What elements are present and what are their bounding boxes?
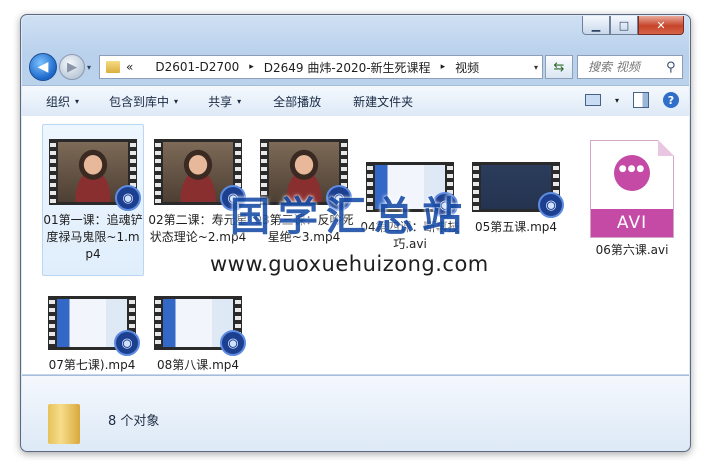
- chevron-down-icon: ▾: [75, 96, 80, 106]
- play-all-button[interactable]: 全部播放: [251, 93, 331, 110]
- refresh-icon: ⇆: [553, 59, 565, 75]
- file-name: 08第八课.mp4: [156, 358, 240, 372]
- maximize-button[interactable]: □: [610, 16, 638, 35]
- file-name: 07第七课).mp4: [48, 358, 136, 372]
- video-thumbnail: ◉: [472, 162, 564, 218]
- nav-buttons: ◀ ▶ ▾: [29, 53, 91, 81]
- file-item[interactable]: ◉ 08第八课.mp4: [148, 286, 248, 374]
- share-label: 共享: [208, 94, 233, 109]
- refresh-button[interactable]: ⇆: [545, 55, 573, 79]
- media-player-icon: ◉: [114, 330, 140, 356]
- video-thumbnail: ◉: [154, 139, 246, 211]
- chevron-down-icon[interactable]: ▾: [615, 96, 619, 105]
- watermark-url: www.guoxuehuizong.com: [210, 252, 489, 276]
- search-input[interactable]: [586, 59, 666, 75]
- address-dropdown-icon[interactable]: ▾: [534, 63, 538, 72]
- file-name: 06第六课.avi: [595, 243, 669, 257]
- forward-button[interactable]: ▶: [59, 54, 85, 80]
- film-reel-icon: [614, 155, 650, 191]
- include-in-library-menu[interactable]: 包含到库中 ▾: [89, 93, 188, 110]
- chevron-down-icon: ▾: [237, 96, 242, 106]
- file-item[interactable]: ◉ 01第一课：追魂铲度禄马鬼限~1.mp4: [42, 124, 144, 276]
- file-name: 05第五课.mp4: [474, 220, 558, 234]
- toolbar-right: ▾ ?: [584, 92, 679, 108]
- minimize-button[interactable]: ▁: [582, 16, 610, 35]
- folder-icon: [48, 404, 80, 444]
- avi-icon-label: AVI: [591, 209, 673, 237]
- file-item[interactable]: ◉ 07第七课).mp4: [42, 286, 142, 374]
- details-pane: 8 个对象: [22, 375, 689, 451]
- organize-menu[interactable]: 组织 ▾: [22, 93, 89, 110]
- video-thumbnail: ◉: [49, 139, 141, 211]
- search-box[interactable]: ⚲: [577, 55, 683, 79]
- watermark-text: 国学汇总站: [230, 194, 470, 240]
- breadcrumb-item-1[interactable]: D2601-D2700: [155, 60, 239, 74]
- item-count: 8 个对象: [108, 414, 160, 429]
- share-menu[interactable]: 共享 ▾: [188, 93, 251, 110]
- breadcrumb-separator[interactable]: ▸: [441, 62, 446, 72]
- command-bar: 组织 ▾ 包含到库中 ▾ 共享 ▾ 全部播放 新建文件夹 ▾ ?: [22, 85, 689, 117]
- media-player-icon: ◉: [538, 192, 564, 218]
- change-view-icon[interactable]: [584, 94, 601, 106]
- file-list: ◉ 01第一课：追魂铲度禄马鬼限~1.mp4 ◉ 02第二课：寿元星状态理论~2…: [22, 116, 689, 374]
- video-thumbnail: ◉: [48, 296, 140, 356]
- file-item[interactable]: AVI 06第六课.avi: [582, 124, 682, 259]
- recent-pages-dropdown[interactable]: ▾: [87, 63, 91, 72]
- play-all-label: 全部播放: [273, 94, 322, 109]
- breadcrumb-separator[interactable]: ▸: [249, 62, 254, 72]
- avi-file-icon: AVI: [590, 140, 674, 238]
- file-name: 01第一课：追魂铲度禄马鬼限~1.mp4: [43, 213, 143, 261]
- breadcrumb-overflow[interactable]: «: [126, 60, 133, 74]
- back-button[interactable]: ◀: [29, 53, 57, 81]
- address-bar[interactable]: « D2601-D2700 ▸ D2649 曲炜-2020-新生死课程 ▸ 视频…: [99, 55, 543, 79]
- search-icon[interactable]: ⚲: [666, 60, 676, 75]
- preview-pane-icon[interactable]: [633, 92, 649, 108]
- new-folder-button[interactable]: 新建文件夹: [331, 93, 423, 110]
- window-controls: ▁ □ ✕: [582, 16, 684, 35]
- include-in-library-label: 包含到库中: [109, 94, 170, 109]
- help-icon[interactable]: ?: [663, 92, 679, 108]
- breadcrumb-item-3[interactable]: 视频: [455, 59, 479, 76]
- file-item[interactable]: ◉ 05第五课.mp4: [466, 124, 566, 236]
- organize-label: 组织: [46, 94, 71, 109]
- breadcrumb-item-2[interactable]: D2649 曲炜-2020-新生死课程: [264, 59, 431, 76]
- breadcrumb: « D2601-D2700 ▸ D2649 曲炜-2020-新生死课程 ▸ 视频: [126, 59, 479, 76]
- media-player-icon: ◉: [115, 185, 141, 211]
- folder-icon: [106, 61, 120, 73]
- close-button[interactable]: ✕: [638, 16, 684, 35]
- chevron-down-icon: ▾: [174, 96, 179, 106]
- media-player-icon: ◉: [220, 330, 246, 356]
- video-thumbnail: ◉: [154, 296, 246, 356]
- new-folder-label: 新建文件夹: [353, 94, 414, 109]
